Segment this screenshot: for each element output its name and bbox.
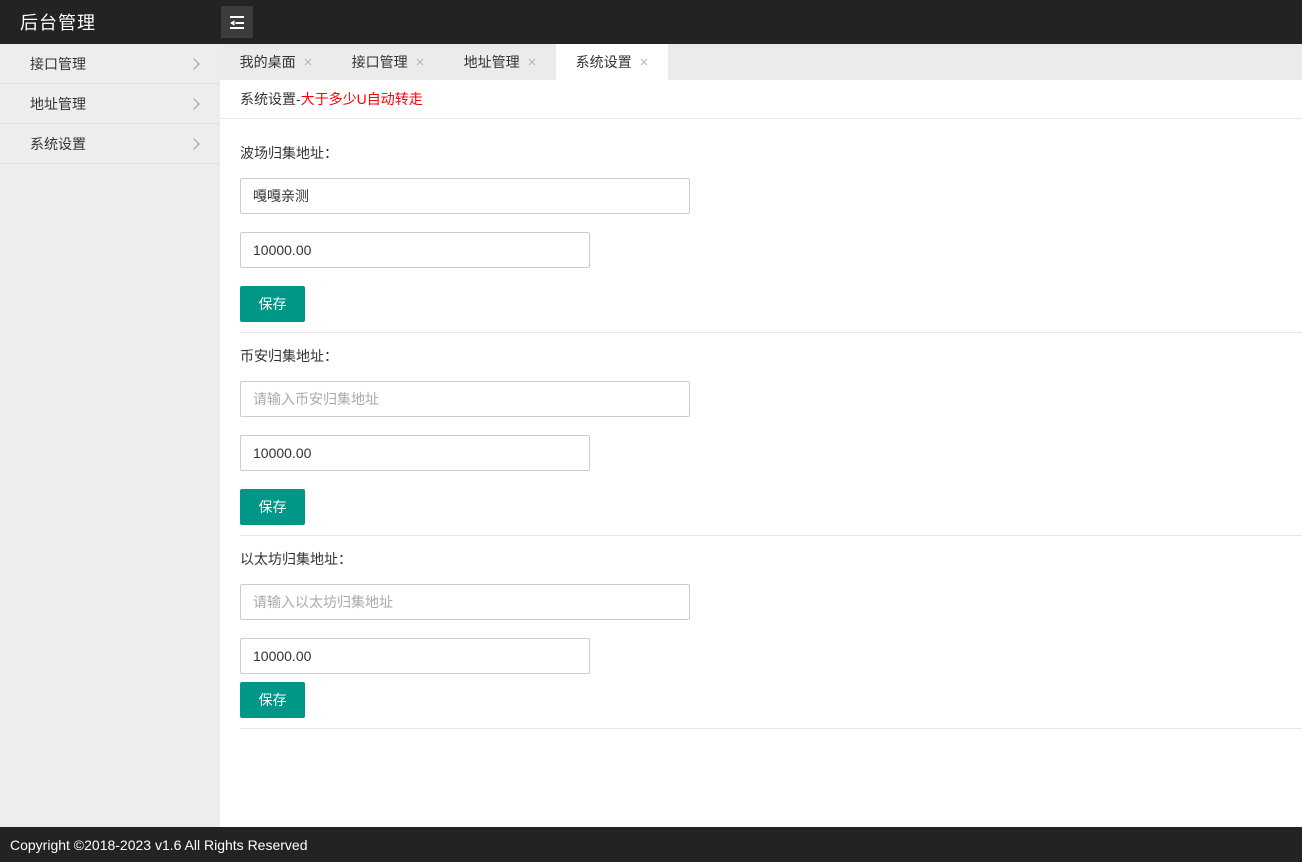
tron-address-input[interactable] bbox=[240, 178, 690, 214]
sidebar-item-label: 接口管理 bbox=[30, 54, 86, 74]
binance-save-button[interactable]: 保存 bbox=[240, 489, 305, 525]
breadcrumb: 系统设置- 大于多少U自动转走 bbox=[220, 80, 1302, 119]
tab-label: 接口管理 bbox=[352, 52, 408, 72]
section-divider bbox=[240, 535, 1302, 536]
sidebar-item-interface-management[interactable]: 接口管理 bbox=[0, 44, 220, 84]
settings-form: 波场归集地址： 保存 币安归集地址： 保存 以太坊归集地址： bbox=[220, 119, 1302, 827]
tron-amount-input[interactable] bbox=[240, 232, 590, 268]
copyright-text: Copyright ©2018-2023 v1.6 All Rights Res… bbox=[10, 837, 307, 853]
ethereum-amount-input[interactable] bbox=[240, 638, 590, 674]
main-area: 接口管理 地址管理 系统设置 我的桌面 × 接口管理 × bbox=[0, 44, 1302, 827]
binance-address-input[interactable] bbox=[240, 381, 690, 417]
ethereum-save-button[interactable]: 保存 bbox=[240, 682, 305, 718]
top-header: 后台管理 bbox=[0, 0, 1302, 44]
footer: Copyright ©2018-2023 v1.6 All Rights Res… bbox=[0, 827, 1302, 862]
content-column: 我的桌面 × 接口管理 × 地址管理 × 系统设置 × 系统设置- bbox=[220, 44, 1302, 827]
section-divider bbox=[240, 728, 1302, 729]
close-icon[interactable]: × bbox=[640, 55, 649, 70]
tab-bar: 我的桌面 × 接口管理 × 地址管理 × 系统设置 × bbox=[220, 44, 1302, 80]
app-title: 后台管理 bbox=[0, 9, 220, 35]
tab-label: 我的桌面 bbox=[240, 52, 296, 72]
sidebar-item-system-settings[interactable]: 系统设置 bbox=[0, 124, 220, 164]
section-binance-collection: 币安归集地址： 保存 bbox=[240, 348, 1302, 536]
chevron-right-icon bbox=[188, 138, 199, 149]
collapse-sidebar-button[interactable] bbox=[221, 6, 253, 38]
sidebar-item-label: 系统设置 bbox=[30, 134, 86, 154]
breadcrumb-highlight: 大于多少U自动转走 bbox=[301, 89, 423, 109]
section-ethereum-collection: 以太坊归集地址： 保存 bbox=[240, 551, 1302, 729]
section-divider bbox=[240, 332, 1302, 333]
sidebar-item-label: 地址管理 bbox=[30, 94, 86, 114]
sidebar: 接口管理 地址管理 系统设置 bbox=[0, 44, 220, 827]
chevron-right-icon bbox=[188, 98, 199, 109]
breadcrumb-section: 系统设置- bbox=[240, 89, 301, 109]
close-icon[interactable]: × bbox=[304, 55, 313, 70]
close-icon[interactable]: × bbox=[416, 55, 425, 70]
section-tron-collection: 波场归集地址： 保存 bbox=[240, 145, 1302, 333]
ethereum-address-label: 以太坊归集地址： bbox=[240, 551, 1302, 567]
sidebar-item-address-management[interactable]: 地址管理 bbox=[0, 84, 220, 124]
chevron-right-icon bbox=[188, 58, 199, 69]
binance-amount-input[interactable] bbox=[240, 435, 590, 471]
tab-my-desktop[interactable]: 我的桌面 × bbox=[220, 44, 332, 80]
ethereum-address-input[interactable] bbox=[240, 584, 690, 620]
admin-app: 后台管理 接口管理 地址管理 系统设置 bbox=[0, 0, 1302, 862]
tab-interface-management[interactable]: 接口管理 × bbox=[332, 44, 444, 80]
tab-system-settings[interactable]: 系统设置 × bbox=[556, 44, 668, 80]
tron-address-label: 波场归集地址： bbox=[240, 145, 1302, 161]
tab-label: 地址管理 bbox=[464, 52, 520, 72]
tab-address-management[interactable]: 地址管理 × bbox=[444, 44, 556, 80]
tron-save-button[interactable]: 保存 bbox=[240, 286, 305, 322]
indent-collapse-icon bbox=[228, 14, 246, 30]
binance-address-label: 币安归集地址： bbox=[240, 348, 1302, 364]
close-icon[interactable]: × bbox=[528, 55, 537, 70]
tab-label: 系统设置 bbox=[576, 52, 632, 72]
